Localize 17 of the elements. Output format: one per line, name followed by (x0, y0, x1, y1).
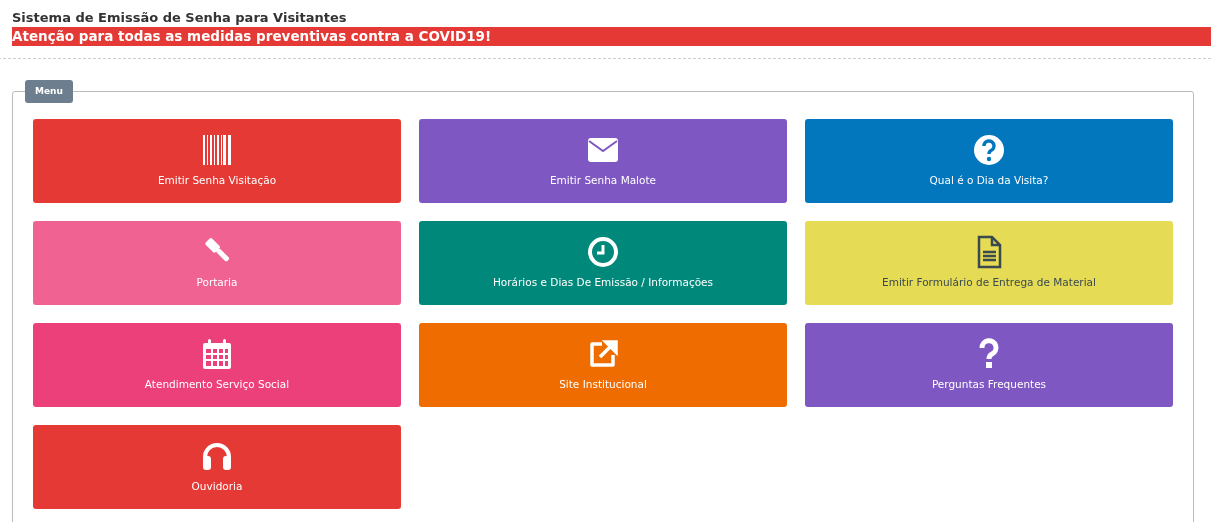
barcode-icon (200, 133, 234, 168)
menu-tile[interactable]: Site Institucional (419, 323, 787, 407)
menu-tile[interactable]: Emitir Formulário de Entrega de Material (805, 221, 1173, 305)
menu-tile[interactable]: Emitir Senha Visitação (33, 119, 401, 203)
page-title: Sistema de Emissão de Senha para Visitantes (12, 9, 348, 26)
menu-tile[interactable]: Ouvidoria (33, 425, 401, 509)
help-icon (972, 133, 1006, 168)
clock-icon (586, 235, 620, 270)
calendar-icon (200, 337, 234, 372)
menu-tile[interactable]: Perguntas Frequentes (805, 323, 1173, 407)
menu-tile[interactable]: Portaria (33, 221, 401, 305)
menu-legend: Menu (25, 80, 73, 103)
menu-tile[interactable]: Atendimento Serviço Social (33, 323, 401, 407)
menu-tile[interactable]: Emitir Senha Malote (419, 119, 787, 203)
covid-alert: Atenção para todas as medidas preventivas contra a COVID19! (12, 27, 1211, 46)
menu-tile[interactable]: Qual é o Dia da Visita? (805, 119, 1173, 203)
menu-tile[interactable]: Horários e Dias De Emissão / Informações (419, 221, 787, 305)
